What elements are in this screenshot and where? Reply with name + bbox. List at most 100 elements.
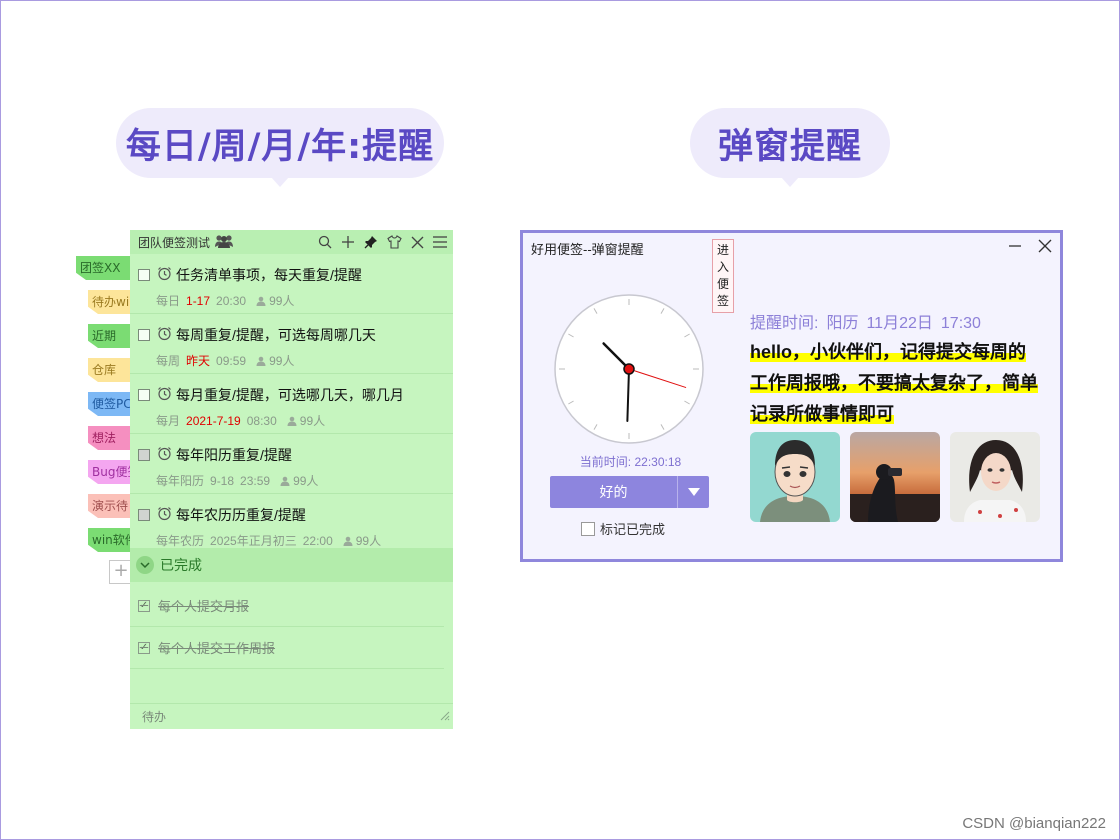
message-line: 工作周报哦，不要搞太复杂了，简单: [750, 373, 1038, 393]
side-tab[interactable]: 想法: [88, 426, 130, 450]
side-tab[interactable]: 近期: [88, 324, 130, 348]
task-people: 99人: [256, 292, 294, 309]
cartoon-avatar-image[interactable]: [750, 432, 840, 522]
remind-date: 11月22日: [866, 315, 933, 332]
side-tab-label: Bug便签: [92, 465, 130, 479]
person-icon: [287, 416, 297, 426]
task-people-count: 99人: [269, 354, 295, 368]
task-title: 每年农历历重复/提醒: [176, 507, 306, 523]
task-title: 每周重复/提醒，可选每周哪几天: [176, 327, 376, 343]
popup-reminder-window: 好用便签--弹窗提醒 进入便签 当前时间: 22:30:18 好的 标记已完成 …: [520, 230, 1063, 562]
side-tab[interactable]: win软件: [88, 528, 130, 552]
side-tab-label: 便签PC: [92, 397, 130, 411]
enter-note-button[interactable]: 进入便签: [712, 239, 734, 313]
task-checkbox[interactable]: [138, 389, 150, 401]
side-tab[interactable]: 团签XX: [76, 256, 130, 280]
attached-images: [750, 432, 1040, 522]
mark-complete-checkbox[interactable]: 标记已完成: [581, 519, 665, 538]
search-icon[interactable]: [318, 235, 332, 249]
snooze-dropdown-button[interactable]: [677, 476, 709, 508]
enter-note-label: 进入便签: [717, 243, 730, 308]
side-tab[interactable]: 待办win: [88, 290, 130, 314]
shirt-theme-icon[interactable]: [387, 235, 402, 249]
task-repeat: 每日: [156, 294, 181, 308]
add-icon[interactable]: [341, 235, 355, 249]
task-repeat: 每年阳历: [156, 474, 205, 488]
remind-time: 17:30: [940, 315, 981, 332]
pin-icon[interactable]: [364, 235, 378, 249]
side-tab-label: 团签XX: [80, 261, 121, 275]
note-toolbar: [318, 235, 447, 249]
sunset-photo-image[interactable]: [850, 432, 940, 522]
task-date: 2025年正月初三: [210, 534, 297, 548]
checkbox-box[interactable]: [581, 521, 595, 536]
side-tab[interactable]: 便签PC: [88, 392, 130, 416]
task-people-count: 99人: [355, 534, 382, 548]
task-item[interactable]: 每月重复/提醒，可选哪几天，哪几月 每月 2021-7-19 08:30 99人: [130, 374, 453, 434]
task-time: 08:30: [246, 413, 277, 428]
current-time-label: 当前时间: 22:30:18: [579, 455, 682, 469]
remind-label: 提醒时间:: [750, 315, 819, 332]
task-item[interactable]: 每年阳历重复/提醒 每年阳历 9-18 23:59 99人: [130, 434, 453, 494]
task-repeat: 每周: [156, 354, 181, 368]
resize-grip-icon[interactable]: [438, 708, 450, 726]
task-checkbox[interactable]: [138, 449, 150, 461]
task-item[interactable]: 任务清单事项，每天重复/提醒 每日 1-17 20:30 99人: [130, 254, 453, 314]
ok-button[interactable]: 好的: [550, 476, 677, 508]
checked-checkbox[interactable]: ✓: [138, 641, 150, 654]
note-title: 团队便签测试: [138, 235, 211, 250]
sticky-note-window: 团队便签测试 任务清单事项，每天重复/提醒 每日 1-17 20:30 99人: [130, 230, 453, 729]
completed-item[interactable]: ✓ 每个人提交工作周报: [130, 627, 444, 669]
task-people: 99人: [256, 352, 294, 369]
task-time: 09:59: [216, 353, 247, 368]
side-tab[interactable]: Bug便签: [88, 460, 130, 484]
task-item[interactable]: 每年农历历重复/提醒 每年农历 2025年正月初三 22:00 99人: [130, 494, 453, 554]
heading-recurring-reminders: 每日/周/月/年:提醒: [116, 108, 444, 187]
chevron-down-icon: [136, 556, 154, 574]
task-time: 20:30: [216, 293, 247, 308]
side-tab-label: 仓库: [92, 363, 117, 377]
side-tab[interactable]: 仓库: [88, 358, 130, 382]
task-people-count: 99人: [293, 474, 319, 488]
watermark: CSDN @bianqian222: [962, 815, 1106, 832]
reminder-message: hello，小伙伴们，记得提交每周的 工作周报哦，不要搞太复杂了，简单 记录所做…: [750, 337, 1050, 430]
window-controls: [1008, 239, 1052, 258]
person-icon: [256, 296, 266, 306]
task-repeat: 每年农历: [156, 534, 205, 548]
person-icon: [256, 356, 266, 366]
task-date: 2021-7-19: [186, 413, 241, 428]
alarm-clock-icon: [157, 326, 172, 346]
close-icon[interactable]: [1038, 239, 1052, 258]
team-icon: [214, 234, 234, 251]
person-icon: [343, 536, 353, 546]
minimize-icon[interactable]: [1008, 239, 1022, 258]
alarm-clock-icon: [157, 266, 172, 286]
portrait-photo-image[interactable]: [950, 432, 1040, 522]
completed-item-title: 每个人提交工作周报: [158, 641, 276, 656]
side-tab-label: 想法: [92, 431, 117, 445]
task-title: 每年阳历重复/提醒: [176, 447, 292, 463]
task-meta: 每月 2021-7-19 08:30 99人: [156, 412, 325, 429]
checked-checkbox[interactable]: ✓: [138, 599, 150, 612]
task-checkbox[interactable]: [138, 269, 150, 281]
menu-icon[interactable]: [433, 236, 447, 248]
task-meta: 每年农历 2025年正月初三 22:00 99人: [156, 532, 381, 549]
side-tab[interactable]: 演示待: [88, 494, 130, 518]
task-people: 99人: [280, 472, 318, 489]
task-date: 1-17: [186, 293, 211, 308]
task-checkbox[interactable]: [138, 329, 150, 341]
heading-popup-reminder: 弹窗提醒: [690, 108, 890, 187]
task-list: 任务清单事项，每天重复/提醒 每日 1-17 20:30 99人 每周重复/提醒…: [130, 254, 453, 554]
alarm-clock-icon: [157, 506, 172, 526]
completed-item[interactable]: ✓ 每个人提交月报: [130, 585, 444, 627]
side-tab-label: 待办win: [92, 295, 130, 309]
message-line: hello，小伙伴们，记得提交每周的: [750, 342, 1027, 362]
alarm-clock-icon: [157, 446, 172, 466]
close-icon[interactable]: [411, 236, 424, 249]
analog-clock: [554, 294, 704, 444]
task-meta: 每周 昨天 09:59 99人: [156, 352, 294, 369]
task-item[interactable]: 每周重复/提醒，可选每周哪几天 每周 昨天 09:59 99人: [130, 314, 453, 374]
task-checkbox[interactable]: [138, 509, 150, 521]
completed-section-toggle[interactable]: 已完成: [130, 548, 453, 582]
task-people: 99人: [287, 412, 325, 429]
